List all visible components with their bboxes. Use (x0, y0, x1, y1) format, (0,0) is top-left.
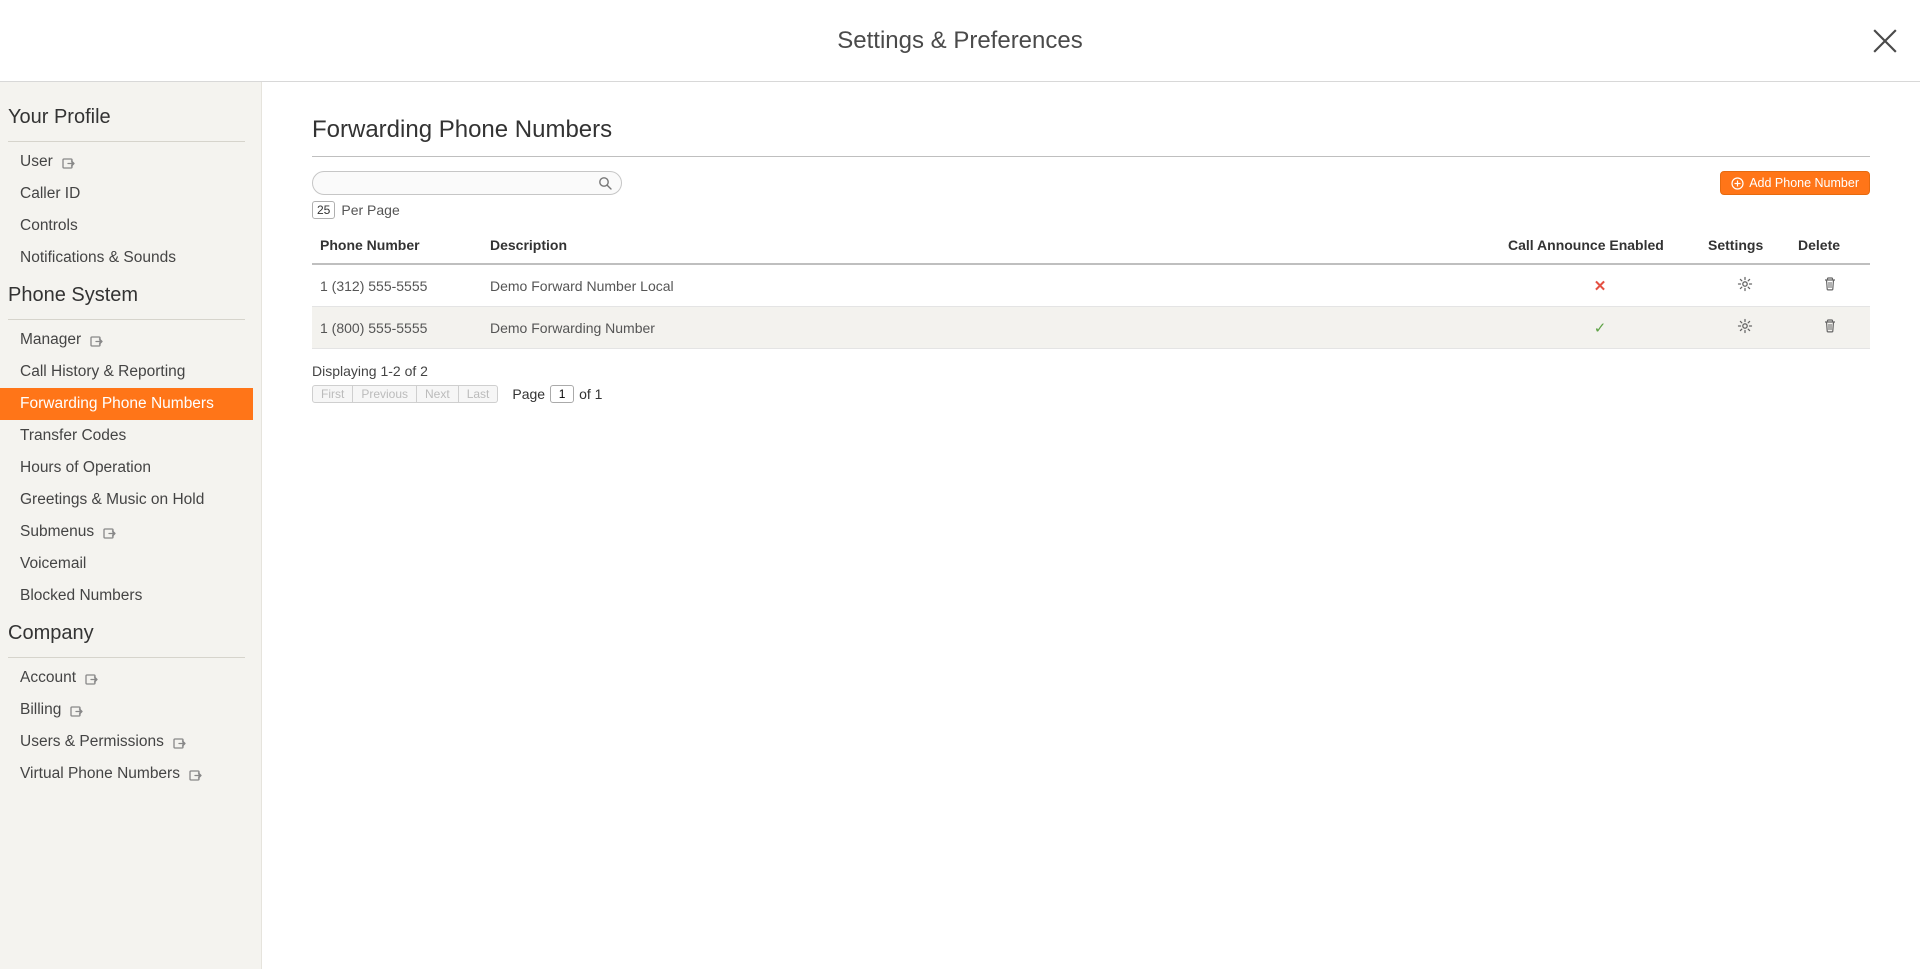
sidebar-item-controls[interactable]: Controls (0, 210, 253, 242)
external-link-icon (188, 767, 202, 781)
sidebar-section-title: Phone System (0, 274, 253, 315)
sidebar-item-caller-id[interactable]: Caller ID (0, 178, 253, 210)
sidebar-item-label: Call History & Reporting (20, 363, 185, 381)
sidebar-section-title: Company (0, 612, 253, 653)
col-announce: Call Announce Enabled (1500, 227, 1700, 264)
cell-phone-number: 1 (800) 555-5555 (312, 307, 482, 349)
pager-page-input[interactable] (550, 385, 574, 403)
per-page-label: Per Page (341, 202, 399, 218)
cell-announce-enabled: ✕ (1500, 264, 1700, 307)
delete-button[interactable] (1822, 276, 1838, 292)
pager-next[interactable]: Next (417, 385, 459, 403)
sidebar-divider (8, 319, 245, 320)
sidebar-item-transfer-codes[interactable]: Transfer Codes (0, 420, 253, 452)
per-page-select[interactable]: 25 (312, 201, 335, 219)
cell-settings (1700, 307, 1790, 349)
sidebar-item-hours-of-operation[interactable]: Hours of Operation (0, 452, 253, 484)
sidebar-item-greetings-music-on-hold[interactable]: Greetings & Music on Hold (0, 484, 253, 516)
cell-announce-enabled: ✓ (1500, 307, 1700, 349)
search-input[interactable] (312, 171, 622, 195)
cell-description: Demo Forwarding Number (482, 307, 1500, 349)
col-phone-number: Phone Number (312, 227, 482, 264)
sidebar-item-label: Caller ID (20, 185, 80, 203)
col-description: Description (482, 227, 1500, 264)
check-icon: ✓ (1594, 320, 1607, 337)
external-link-icon (84, 671, 98, 685)
sidebar-item-label: Notifications & Sounds (20, 249, 176, 267)
pager-last[interactable]: Last (459, 385, 499, 403)
sidebar-divider (8, 141, 245, 142)
cell-settings (1700, 264, 1790, 307)
sidebar: Your Profile User Caller ID Controls Notific… (0, 82, 253, 810)
pager-of-label: of 1 (579, 386, 602, 402)
header-title: Settings & Preferences (837, 27, 1082, 55)
sidebar-item-label: Submenus (20, 523, 94, 541)
external-link-icon (69, 703, 83, 717)
sidebar-item-account[interactable]: Account (0, 662, 253, 694)
add-button-label: Add Phone Number (1749, 176, 1859, 190)
sidebar-item-manager[interactable]: Manager (0, 324, 253, 356)
plus-circle-icon (1731, 177, 1744, 190)
sidebar-item-forwarding-phone-numbers[interactable]: Forwarding Phone Numbers (0, 388, 253, 420)
pager-buttons: First Previous Next Last (312, 385, 498, 403)
sidebar-item-label: User (20, 153, 53, 171)
phone-numbers-table: Phone Number Description Call Announce E… (312, 227, 1870, 349)
sidebar-item-virtual-phone-numbers[interactable]: Virtual Phone Numbers (0, 758, 253, 790)
sidebar-item-label: Hours of Operation (20, 459, 151, 477)
sidebar-item-submenus[interactable]: Submenus (0, 516, 253, 548)
cell-phone-number: 1 (312) 555-5555 (312, 264, 482, 307)
sidebar-divider (8, 657, 245, 658)
sidebar-item-voicemail[interactable]: Voicemail (0, 548, 253, 580)
sidebar-item-label: Blocked Numbers (20, 587, 142, 605)
sidebar-item-label: Users & Permissions (20, 733, 164, 751)
header: Settings & Preferences (0, 0, 1920, 82)
x-icon: ✕ (1594, 278, 1607, 295)
sidebar-item-label: Transfer Codes (20, 427, 126, 445)
sidebar-item-call-history-reporting[interactable]: Call History & Reporting (0, 356, 253, 388)
sidebar-item-label: Account (20, 669, 76, 687)
cell-delete (1790, 307, 1870, 349)
external-link-icon (89, 333, 103, 347)
add-phone-number-button[interactable]: Add Phone Number (1720, 171, 1870, 195)
cell-description: Demo Forward Number Local (482, 264, 1500, 307)
close-button[interactable] (1872, 28, 1898, 54)
delete-button[interactable] (1822, 318, 1838, 334)
sidebar-scroll[interactable]: Your Profile User Caller ID Controls Notific… (0, 82, 262, 969)
sidebar-item-users-permissions[interactable]: Users & Permissions (0, 726, 253, 758)
close-icon (1872, 28, 1898, 54)
sidebar-item-label: Greetings & Music on Hold (20, 491, 204, 509)
page-title: Forwarding Phone Numbers (312, 116, 1870, 144)
search-icon[interactable] (598, 176, 612, 190)
main-content: Forwarding Phone Numbers 25 Per Page Add… (262, 82, 1920, 969)
pager-prev[interactable]: Previous (353, 385, 417, 403)
sidebar-item-label: Virtual Phone Numbers (20, 765, 180, 783)
pager-page-label: Page (512, 386, 545, 402)
pager-first[interactable]: First (312, 385, 353, 403)
external-link-icon (102, 525, 116, 539)
external-link-icon (172, 735, 186, 749)
cell-delete (1790, 264, 1870, 307)
sidebar-item-blocked-numbers[interactable]: Blocked Numbers (0, 580, 253, 612)
sidebar-item-billing[interactable]: Billing (0, 694, 253, 726)
sidebar-item-label: Manager (20, 331, 81, 349)
external-link-icon (61, 155, 75, 169)
table-row: 1 (800) 555-5555Demo Forwarding Number ✓ (312, 307, 1870, 349)
settings-button[interactable] (1737, 276, 1753, 292)
title-divider (312, 156, 1870, 157)
col-delete: Delete (1790, 227, 1870, 264)
col-settings: Settings (1700, 227, 1790, 264)
sidebar-item-user[interactable]: User (0, 146, 253, 178)
sidebar-section-title: Your Profile (0, 96, 253, 137)
sidebar-item-label: Forwarding Phone Numbers (20, 395, 214, 413)
sidebar-item-label: Voicemail (20, 555, 86, 573)
table-row: 1 (312) 555-5555Demo Forward Number Loca… (312, 264, 1870, 307)
sidebar-item-label: Billing (20, 701, 61, 719)
settings-button[interactable] (1737, 318, 1753, 334)
sidebar-item-notifications-sounds[interactable]: Notifications & Sounds (0, 242, 253, 274)
sidebar-item-label: Controls (20, 217, 78, 235)
displaying-label: Displaying 1-2 of 2 (312, 363, 1870, 379)
